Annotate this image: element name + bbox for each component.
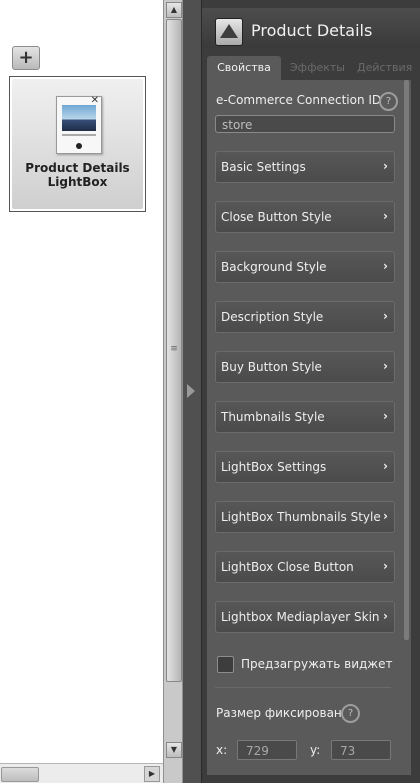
scroll-right-icon[interactable]: ▶ <box>144 766 160 782</box>
scroll-down-icon[interactable]: ▼ <box>166 742 182 758</box>
button-label: Buy Button Style <box>221 360 322 374</box>
properties-panel: Product Details Свойства Эффекты Действи… <box>201 0 420 783</box>
basic-settings-button[interactable]: Basic Settings › <box>215 151 395 183</box>
y-coordinate-label: y: <box>310 743 321 757</box>
thumbnail-dot <box>76 143 82 149</box>
scroll-up-icon[interactable]: ▲ <box>166 2 182 18</box>
preload-widget-checkbox[interactable] <box>217 656 234 673</box>
connection-id-input[interactable]: store <box>215 115 395 133</box>
vertical-scroll-thumb[interactable]: ≡ <box>166 19 182 682</box>
add-widget-button[interactable]: + <box>12 46 40 70</box>
background-style-button[interactable]: Background Style › <box>215 251 395 283</box>
x-coordinate-input[interactable]: 729 <box>237 740 297 760</box>
tab-effects[interactable]: Эффекты <box>290 56 345 80</box>
connection-id-label: e-Commerce Connection ID <box>216 93 382 107</box>
panel-splitter[interactable] <box>183 0 201 783</box>
widget-name-line2: LightBox <box>47 175 108 189</box>
widget-name-line1: Product Details <box>25 161 130 175</box>
properties-content: e-Commerce Connection ID ? store Basic S… <box>207 80 411 775</box>
thumbnail-line <box>62 134 96 136</box>
chevron-right-icon: › <box>383 409 388 423</box>
canvas-area[interactable]: + ✕ Product Details LightBox <box>0 0 163 763</box>
lightbox-close-button-button[interactable]: LightBox Close Button › <box>215 551 395 583</box>
horizontal-scrollbar[interactable]: ▶ <box>0 763 163 783</box>
help-icon[interactable]: ? <box>341 704 360 723</box>
vertical-scrollbar[interactable]: ▲ ≡ ▼ <box>163 0 183 783</box>
button-label: LightBox Close Button <box>221 560 354 574</box>
widget-logo-icon <box>215 18 243 46</box>
close-icon: ✕ <box>90 95 99 106</box>
chevron-right-icon: › <box>383 559 388 573</box>
button-label: Basic Settings <box>221 160 306 174</box>
panel-header: Product Details <box>202 8 420 48</box>
widget-tile-body: ✕ Product Details LightBox <box>12 79 143 209</box>
lightbox-thumbnail-icon: ✕ <box>56 95 102 154</box>
lightbox-settings-button[interactable]: LightBox Settings › <box>215 451 395 483</box>
fixed-size-label: Размер фиксирован <box>216 706 342 720</box>
close-button-style-button[interactable]: Close Button Style › <box>215 201 395 233</box>
button-label: Background Style <box>221 260 327 274</box>
grip-icon: ≡ <box>170 344 178 354</box>
help-icon[interactable]: ? <box>379 92 398 111</box>
chevron-right-icon: › <box>383 359 388 373</box>
tab-actions[interactable]: Действия <box>357 56 412 80</box>
content-scrollbar[interactable] <box>404 80 409 640</box>
collapse-arrow-icon[interactable] <box>187 384 195 398</box>
button-label: Thumbnails Style <box>221 410 325 424</box>
y-coordinate-input[interactable]: 73 <box>331 740 391 760</box>
widget-name: Product Details LightBox <box>12 161 143 189</box>
button-label: Description Style <box>221 310 324 324</box>
widget-tile[interactable]: ✕ Product Details LightBox <box>9 76 146 212</box>
horizontal-scroll-thumb[interactable] <box>1 767 39 782</box>
button-label: Close Button Style <box>221 210 332 224</box>
chevron-right-icon: › <box>383 459 388 473</box>
panel-title: Product Details <box>251 21 373 40</box>
lightbox-mediaplayer-skin-button[interactable]: Lightbox Mediaplayer Skin › <box>215 601 395 633</box>
buy-button-style-button[interactable]: Buy Button Style › <box>215 351 395 383</box>
chevron-right-icon: › <box>383 259 388 273</box>
thumbnail-image <box>62 105 96 131</box>
chevron-right-icon: › <box>383 159 388 173</box>
lightbox-thumbnails-style-button[interactable]: LightBox Thumbnails Style › <box>215 501 395 533</box>
description-style-button[interactable]: Description Style › <box>215 301 395 333</box>
chevron-right-icon: › <box>383 609 388 623</box>
preload-widget-label: Предзагружать виджет <box>241 657 393 671</box>
divider <box>215 687 391 688</box>
button-label: LightBox Settings <box>221 460 327 474</box>
x-coordinate-label: x: <box>216 743 228 757</box>
chevron-right-icon: › <box>383 509 388 523</box>
chevron-right-icon: › <box>383 309 388 323</box>
chevron-right-icon: › <box>383 209 388 223</box>
button-label: LightBox Thumbnails Style <box>221 510 381 524</box>
thumbnails-style-button[interactable]: Thumbnails Style › <box>215 401 395 433</box>
tab-properties[interactable]: Свойства <box>207 56 281 80</box>
panel-tabs: Свойства Эффекты Действия <box>202 56 420 80</box>
button-label: Lightbox Mediaplayer Skin <box>221 610 380 624</box>
